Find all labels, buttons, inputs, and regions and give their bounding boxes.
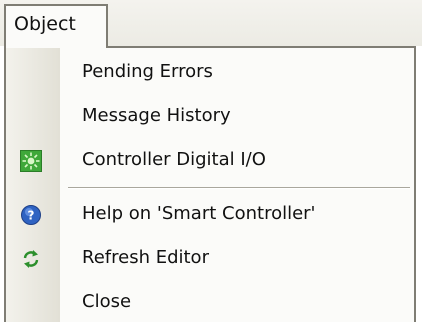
menu-item-label: Controller Digital I/O bbox=[82, 149, 266, 170]
green-io-chip-icon bbox=[20, 150, 42, 172]
menu-separator bbox=[68, 187, 410, 189]
refresh-arrows-icon bbox=[20, 248, 42, 270]
menu-item-controller-digital-io[interactable]: Controller Digital I/O bbox=[6, 140, 414, 182]
menu-item-close[interactable]: Close bbox=[6, 282, 414, 322]
menu-item-label: Close bbox=[82, 291, 132, 312]
menu-item-message-history[interactable]: Message History bbox=[6, 96, 414, 138]
menu-item-help-smart-controller[interactable]: ? Help on 'Smart Controller' bbox=[6, 194, 414, 236]
menu-item-label: Help on 'Smart Controller' bbox=[82, 203, 316, 224]
menu-item-label: Message History bbox=[82, 105, 231, 126]
object-menu-label: Object bbox=[14, 13, 76, 35]
menu-item-pending-errors[interactable]: Pending Errors bbox=[6, 52, 414, 94]
object-menu-dropdown: Pending Errors Message History Controlle… bbox=[4, 46, 416, 322]
help-question-icon: ? bbox=[20, 204, 42, 226]
menu-item-label: Pending Errors bbox=[82, 61, 213, 82]
menu-item-refresh-editor[interactable]: Refresh Editor bbox=[6, 238, 414, 280]
menu-item-label: Refresh Editor bbox=[82, 247, 209, 268]
svg-text:?: ? bbox=[28, 209, 35, 223]
screen: Object Pending Errors Message History Co… bbox=[0, 0, 422, 322]
object-menu-button[interactable]: Object bbox=[4, 4, 108, 48]
